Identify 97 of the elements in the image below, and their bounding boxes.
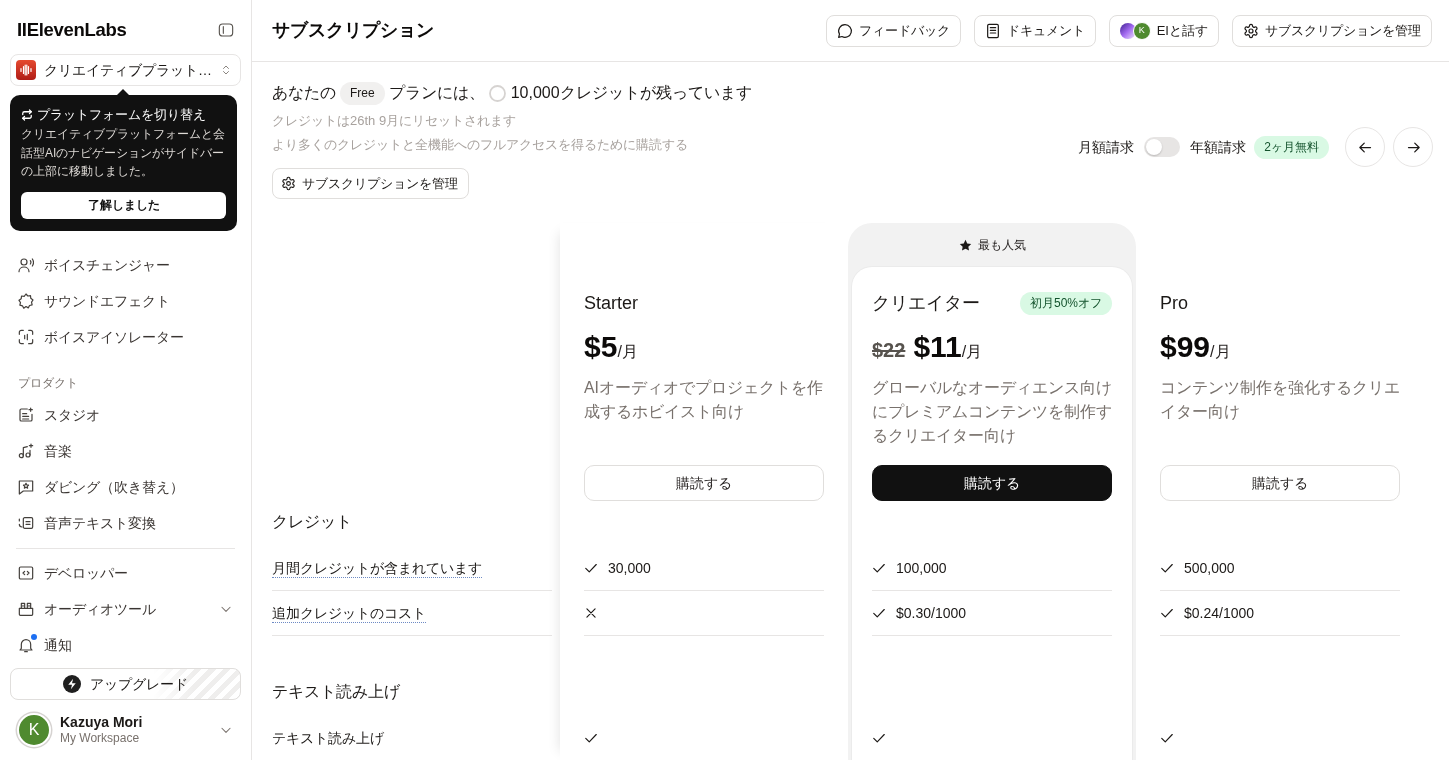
previous-button[interactable]	[1345, 127, 1385, 167]
user-name: Kazuya Mori	[60, 714, 144, 730]
got-it-button[interactable]: 了解しました	[21, 191, 226, 219]
logo: IIElevenLabs	[17, 18, 127, 42]
platform-selector[interactable]: クリエイティブプラット…	[10, 54, 241, 86]
next-button[interactable]	[1393, 127, 1433, 167]
old-price: $22	[872, 338, 906, 363]
check-icon	[872, 561, 886, 575]
plan-price: $5/月	[584, 329, 638, 365]
billing-switch[interactable]	[1144, 137, 1181, 157]
subscribe-button[interactable]: 購読する	[872, 465, 1112, 501]
ribbon-label: 最も人気	[977, 237, 1026, 254]
manage-subscription-button[interactable]: サブスクリプションを管理	[272, 168, 469, 199]
docs-button[interactable]: ドキュメント	[973, 14, 1096, 47]
plan-price: $99/月	[1160, 329, 1231, 365]
star-icon	[958, 238, 972, 252]
plan-price: $11/月	[913, 329, 983, 365]
credits-remaining: 10,000クレジットが残っています	[510, 83, 752, 103]
document-sparkle-icon	[18, 407, 34, 423]
plan-description: コンテンツ制作を強化するクリエイター向け	[1160, 378, 1400, 422]
upsell-note: より多くのクレジットと全機能へのフルアクセスを得るために購読する	[272, 136, 689, 154]
check-icon	[584, 731, 598, 745]
sidebar-item[interactable]: ダビング（吹き替え）	[10, 469, 241, 505]
sidebar-item[interactable]: デベロッパー	[10, 555, 241, 591]
subscribe-button[interactable]: 購読する	[1160, 465, 1400, 501]
toolbox-icon	[18, 601, 34, 617]
sidebar-toggle-icon[interactable]	[218, 22, 234, 38]
sidebar-item[interactable]: スタジオ	[10, 397, 241, 433]
avatar: K	[17, 713, 51, 747]
plan-badge: Free	[340, 81, 385, 105]
chevron-updown-icon	[220, 63, 232, 77]
focus-frame-icon	[18, 329, 34, 345]
manage-subscription-button[interactable]: サブスクリプションを管理	[1232, 14, 1432, 47]
bell-icon	[18, 637, 34, 653]
popover-text: クリエイティブプラットフォームと会話型AIのナビゲーションがサイドバーの上部に移動しました。	[21, 126, 226, 180]
feature-label[interactable]: 月間クレジットが含まれています	[272, 558, 482, 578]
check-icon	[1160, 606, 1174, 620]
workspace-name: My Workspace	[60, 730, 141, 746]
waveform-logo-icon	[16, 60, 36, 80]
document-icon	[984, 22, 1001, 39]
check-icon	[1160, 561, 1174, 575]
summary-text: プランには、	[388, 83, 485, 103]
section-heading: テキスト読み上げ	[272, 683, 400, 700]
sidebar-item[interactable]: 通知	[10, 627, 241, 663]
discount-badge: 2ヶ月無料	[1254, 135, 1329, 159]
check-icon	[872, 731, 886, 745]
upgrade-button[interactable]: アップグレード	[10, 668, 241, 700]
settings-icon	[1243, 22, 1259, 39]
sidebar-item[interactable]: 音楽	[10, 433, 241, 469]
subscribe-button[interactable]: 購読する	[584, 465, 824, 501]
page-title: サブスクリプション	[272, 19, 434, 42]
plan-description: グローバルなオーディエンス向けにプレミアムコンテンツを制作するクリエイター向け	[872, 378, 1112, 446]
feedback-button[interactable]: フィードバック	[825, 14, 961, 47]
plan-description: AIオーディオでプロジェクトを作成するホビイスト向け	[584, 378, 824, 422]
billing-option-label: 年額請求	[1190, 137, 1247, 157]
repeat-arrows-icon	[21, 109, 33, 121]
feature-value: $0.24/1000	[1184, 603, 1255, 623]
arrow-right-icon	[1405, 139, 1421, 155]
billing-option-label: 月額請求	[1078, 137, 1135, 157]
feature-label[interactable]: 追加クレジットのコスト	[272, 603, 426, 623]
reset-note: クレジットは26th 9月にリセットされます	[272, 112, 518, 130]
music-note-icon	[18, 443, 34, 459]
settings-icon	[281, 176, 296, 191]
popover-title: プラットフォームを切り替え	[37, 106, 206, 124]
lightning-icon	[63, 675, 81, 693]
sidebar-item[interactable]: オーディオツール	[10, 591, 241, 627]
speech-bubble-icon	[836, 22, 853, 39]
summary-text: あなたの	[272, 83, 336, 103]
plan-name: Starter	[584, 292, 639, 315]
section-heading: クレジット	[272, 513, 352, 530]
burst-icon	[18, 293, 34, 309]
plan-name: Pro	[1160, 292, 1188, 315]
sidebar-item[interactable]: サウンドエフェクト	[10, 283, 241, 319]
ring-icon	[488, 84, 506, 102]
chat-star-icon	[18, 479, 34, 495]
check-icon	[872, 606, 886, 620]
sidebar-item[interactable]: ボイスチェンジャー	[10, 247, 241, 283]
plan-name: クリエイター	[872, 292, 980, 315]
arrow-left-icon	[1357, 139, 1373, 155]
person-waves-icon	[18, 257, 34, 273]
feature-value: 500,000	[1184, 558, 1235, 578]
cross-icon	[584, 606, 598, 620]
talk-button[interactable]: K EIと話す	[1108, 14, 1219, 47]
orb-icon	[1119, 22, 1136, 39]
check-icon	[584, 561, 598, 575]
feature-value: $0.30/1000	[896, 603, 967, 623]
code-icon	[18, 565, 34, 581]
sidebar-item[interactable]: 音声テキスト変換	[10, 505, 241, 541]
feature-value: 30,000	[608, 558, 651, 578]
feature-value: 100,000	[896, 558, 947, 578]
text-card-icon	[18, 515, 34, 531]
feature-label: テキスト読み上げ	[272, 729, 384, 747]
section-heading: プロダクト	[17, 375, 79, 392]
discount-badge: 初月50%オフ	[1019, 292, 1112, 315]
avatar: K	[1132, 21, 1151, 40]
check-icon	[1160, 731, 1174, 745]
sidebar-item[interactable]: ボイスアイソレーター	[10, 319, 241, 355]
